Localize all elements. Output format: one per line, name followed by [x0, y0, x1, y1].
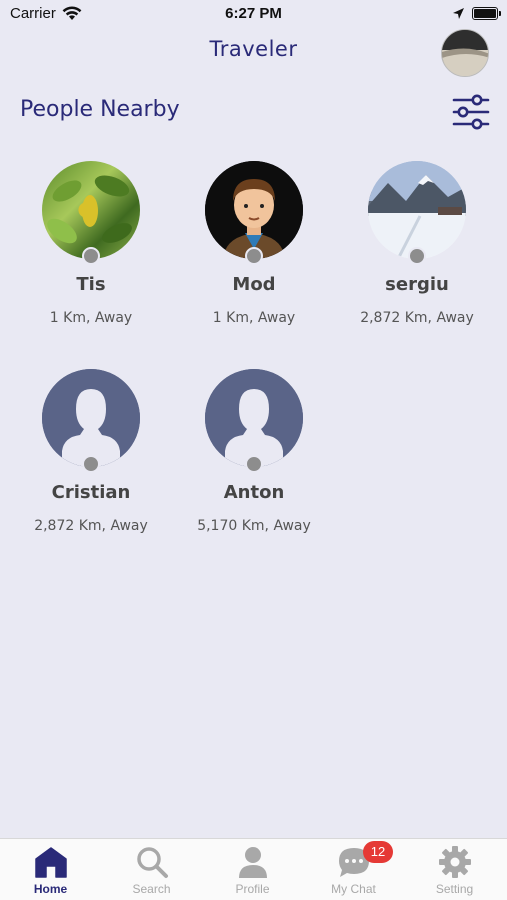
default-avatar-icon — [205, 369, 303, 467]
person-card[interactable]: sergiu 2,872 Km, Away — [336, 158, 498, 358]
battery-icon — [472, 7, 501, 20]
person-distance: 2,872 Km, Away — [34, 518, 148, 534]
tab-my-chat[interactable]: 12 My Chat — [303, 839, 404, 900]
person-card[interactable]: Cristian 2,872 Km, Away — [10, 366, 172, 566]
location-arrow-icon — [453, 8, 464, 19]
person-card[interactable]: Tis 1 Km, Away — [10, 158, 172, 358]
tab-label: My Chat — [331, 882, 376, 896]
person-distance: 1 Km, Away — [49, 310, 133, 326]
person-name: Tis — [76, 274, 106, 295]
person-distance: 5,170 Km, Away — [197, 518, 311, 534]
tab-label: Setting — [435, 882, 474, 896]
search-icon — [137, 847, 168, 878]
person-distance: 1 Km, Away — [212, 310, 296, 326]
person-card[interactable]: Mod 1 Km, Away — [173, 158, 335, 358]
default-avatar-icon — [42, 369, 140, 467]
person-photo — [205, 161, 303, 259]
snowy-mountain-photo-icon — [368, 161, 466, 259]
status-dot — [82, 247, 100, 265]
person-card[interactable]: Anton 5,170 Km, Away — [173, 366, 335, 566]
person-photo — [205, 369, 303, 467]
person-photo — [368, 161, 466, 259]
app-title: Traveler — [209, 37, 298, 61]
person-photo — [42, 161, 140, 259]
gear-icon — [439, 846, 471, 878]
status-dot — [245, 455, 263, 473]
status-dot — [82, 455, 100, 473]
status-bar: Carrier 6:27 PM — [0, 0, 507, 28]
unread-badge: 12 — [363, 841, 393, 863]
tab-label: Home — [33, 882, 68, 896]
person-name: Anton — [223, 482, 285, 503]
tab-profile[interactable]: Profile — [202, 839, 303, 900]
status-dot — [408, 247, 426, 265]
tab-setting[interactable]: Setting — [404, 839, 505, 900]
profile-icon — [239, 847, 267, 878]
home-icon — [35, 847, 67, 878]
user-avatar[interactable] — [441, 29, 489, 77]
person-distance: 2,872 Km, Away — [360, 310, 474, 326]
person-name: sergiu — [385, 274, 449, 295]
clock-time: 6:27 PM — [225, 5, 282, 22]
tab-label: Search — [132, 882, 171, 896]
sliders-icon[interactable] — [452, 93, 490, 131]
tab-label: Profile — [235, 882, 270, 896]
tab-search[interactable]: Search — [101, 839, 202, 900]
leaves-photo-icon — [47, 175, 132, 244]
person-name: Cristian — [51, 482, 131, 503]
person-name: Mod — [232, 274, 276, 295]
bottom-tab-bar: Home Search Profile 12 My Chat Setting — [0, 838, 507, 900]
person-photo — [42, 369, 140, 467]
man-avatar-icon — [205, 161, 303, 259]
tab-home[interactable]: Home — [0, 839, 101, 900]
status-dot — [245, 247, 263, 265]
section-title: People Nearby — [20, 97, 180, 122]
avatar-photo-icon — [442, 30, 488, 76]
